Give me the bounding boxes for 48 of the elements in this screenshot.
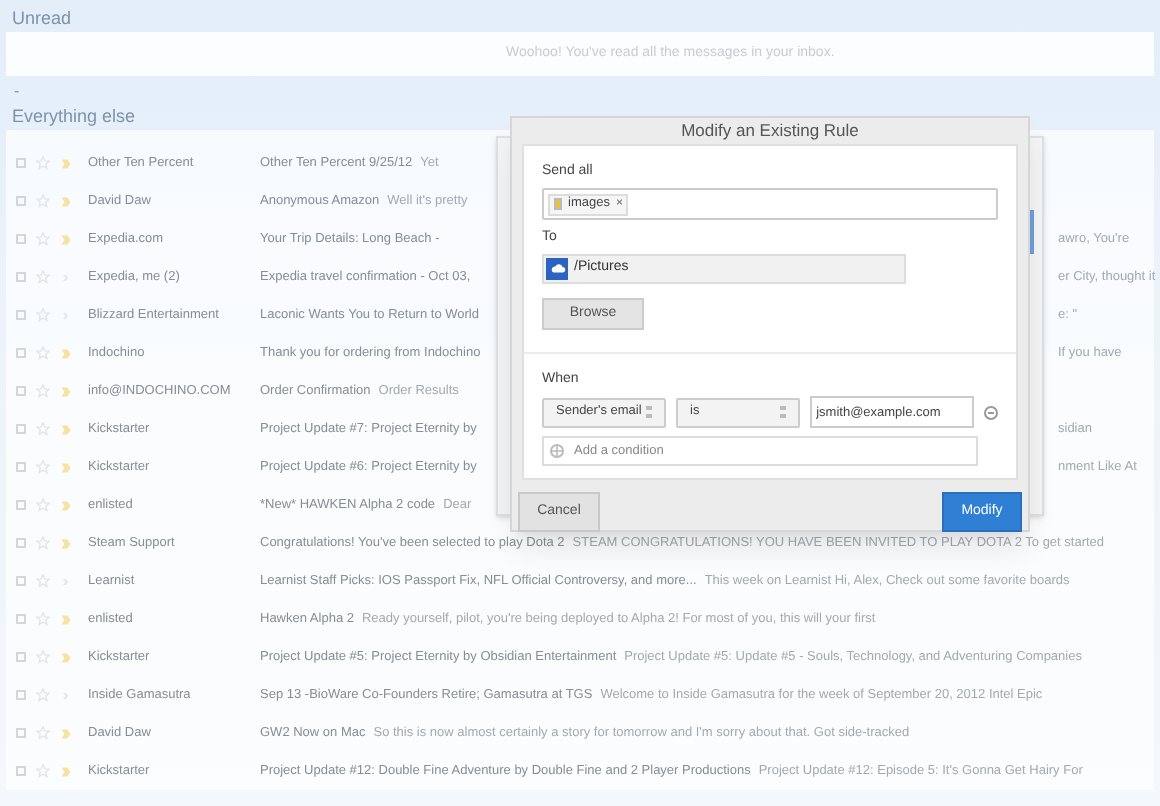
star-icon[interactable] bbox=[36, 764, 50, 778]
select-arrows-icon bbox=[646, 406, 653, 419]
star-icon[interactable] bbox=[36, 574, 50, 588]
importance-marker-icon[interactable] bbox=[60, 385, 72, 397]
star-icon[interactable] bbox=[36, 460, 50, 474]
star-icon[interactable] bbox=[36, 726, 50, 740]
importance-marker-icon[interactable] bbox=[60, 195, 72, 207]
checkbox[interactable] bbox=[16, 348, 26, 358]
checkbox[interactable] bbox=[16, 500, 26, 510]
checkbox[interactable] bbox=[16, 158, 26, 168]
star-icon[interactable] bbox=[36, 650, 50, 664]
checkbox[interactable] bbox=[16, 728, 26, 738]
plus-icon bbox=[550, 444, 564, 459]
section-heading: Unread bbox=[10, 6, 74, 32]
checkbox[interactable] bbox=[16, 538, 26, 548]
checkbox[interactable] bbox=[16, 272, 26, 282]
checkbox[interactable] bbox=[16, 652, 26, 662]
checkbox[interactable] bbox=[16, 690, 26, 700]
star-icon[interactable] bbox=[36, 688, 50, 702]
section-heading: Everything else bbox=[12, 105, 136, 125]
importance-marker-icon[interactable] bbox=[60, 423, 72, 435]
checkbox[interactable] bbox=[16, 310, 26, 320]
importance-marker-icon[interactable] bbox=[60, 157, 72, 169]
importance-marker-icon[interactable] bbox=[60, 347, 72, 359]
importance-marker-icon[interactable] bbox=[60, 233, 72, 245]
checkbox[interactable] bbox=[16, 424, 26, 434]
importance-marker-icon[interactable] bbox=[60, 727, 72, 739]
importance-marker-icon[interactable] bbox=[60, 613, 72, 625]
checkbox[interactable] bbox=[16, 462, 26, 472]
checkbox[interactable] bbox=[16, 386, 26, 396]
checkbox[interactable] bbox=[16, 196, 26, 206]
file-icon bbox=[554, 198, 562, 211]
dialog-title: Modify an Existing Rule bbox=[681, 118, 859, 144]
cloud-icon bbox=[546, 257, 568, 280]
importance-marker-icon[interactable] bbox=[60, 537, 72, 549]
checkbox[interactable] bbox=[16, 234, 26, 244]
importance-marker-icon[interactable] bbox=[60, 765, 72, 777]
star-icon[interactable] bbox=[36, 536, 50, 550]
checkbox[interactable] bbox=[16, 614, 26, 624]
importance-marker-icon[interactable] bbox=[60, 651, 72, 663]
checkbox[interactable] bbox=[16, 576, 26, 586]
star-icon[interactable] bbox=[36, 498, 50, 512]
importance-marker-icon[interactable] bbox=[60, 499, 72, 511]
select-arrows-icon bbox=[780, 406, 787, 419]
checkbox[interactable] bbox=[16, 766, 26, 776]
importance-marker-icon[interactable] bbox=[60, 461, 72, 473]
star-icon[interactable] bbox=[36, 612, 50, 626]
remove-condition-icon[interactable] bbox=[984, 405, 998, 420]
